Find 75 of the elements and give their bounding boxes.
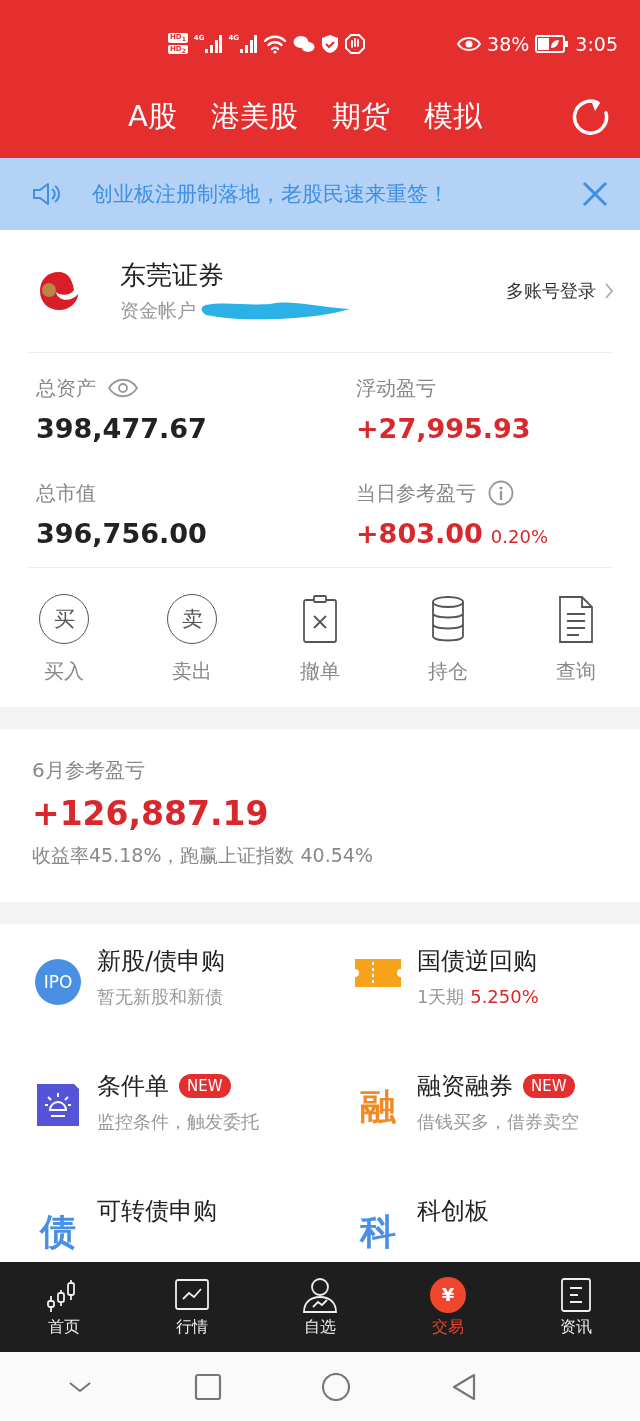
stat-value: 398,477.67 xyxy=(36,413,207,444)
shield-icon xyxy=(321,33,340,54)
action-button[interactable]: 撤单 xyxy=(256,594,384,685)
character-icon: 债 xyxy=(40,1209,76,1255)
speaker-icon xyxy=(32,181,60,207)
broker-name: 东莞证券 xyxy=(120,258,225,292)
service-item[interactable]: 科 科创板 xyxy=(320,1194,640,1262)
stat-label: 总资产 xyxy=(36,374,96,402)
yen-coin-icon: ¥ xyxy=(430,1276,466,1313)
wifi-icon xyxy=(263,33,288,54)
stat-value: 396,756.00 xyxy=(36,518,207,549)
person-chart-icon xyxy=(302,1276,338,1313)
market-tab[interactable]: 港美股 xyxy=(210,96,298,137)
clock-time: 3:05 xyxy=(575,32,618,55)
character-icon: 科 xyxy=(360,1209,396,1255)
eye-icon xyxy=(457,35,482,52)
chevron-right-icon xyxy=(604,282,614,300)
nav-tab[interactable]: 资讯 xyxy=(512,1262,640,1352)
hand-icon xyxy=(345,33,366,54)
character-icon: 融 xyxy=(360,1084,396,1130)
market-tab[interactable]: 期货 xyxy=(331,96,390,137)
service-item[interactable]: 债 可转债申购 xyxy=(0,1194,320,1262)
eye-icon[interactable] xyxy=(108,378,138,398)
close-icon[interactable] xyxy=(582,181,608,207)
action-button[interactable]: 持仓 xyxy=(384,594,512,685)
back-icon[interactable] xyxy=(450,1372,478,1401)
stat-label: 浮动盈亏 xyxy=(356,374,436,402)
signal-icon xyxy=(239,33,258,54)
circled-character-icon: 买 xyxy=(39,594,89,644)
chart-icon xyxy=(174,1276,210,1313)
monthly-title: 6月参考盈亏 xyxy=(32,757,146,784)
service-subtitle: 监控条件，触发委托 xyxy=(97,1110,259,1134)
battery-icon xyxy=(535,34,570,53)
nav-tab[interactable]: 首页 xyxy=(0,1262,128,1352)
stat-label: 总市值 xyxy=(36,479,96,507)
action-button[interactable]: 买 买入 xyxy=(0,594,128,685)
stat-value: +27,995.93 xyxy=(356,413,531,444)
stat-label: 当日参考盈亏 xyxy=(356,479,476,507)
monthly-profit: +126,887.19 xyxy=(32,794,270,833)
ipo-icon: IPO xyxy=(35,959,81,1005)
document-icon xyxy=(558,594,594,644)
service-subtitle: 暂无新股和新债 xyxy=(97,985,224,1009)
new-badge: NEW xyxy=(523,1074,575,1098)
service-item[interactable]: 融 融资融券 NEW 借钱买多，借券卖空 xyxy=(320,1069,640,1194)
service-item[interactable]: IPO 新股/债申购 暂无新股和新债 xyxy=(0,944,320,1069)
signal-icon xyxy=(204,33,223,54)
market-tab[interactable]: 模拟 xyxy=(423,96,482,137)
refresh-icon[interactable] xyxy=(572,97,610,136)
action-button[interactable]: 卖 卖出 xyxy=(128,594,256,685)
new-badge: NEW xyxy=(179,1074,231,1098)
circled-character-icon: 卖 xyxy=(167,594,217,644)
banner-text: 创业板注册制落地，老股民速来重签！ xyxy=(92,181,450,208)
home-icon[interactable] xyxy=(322,1372,350,1401)
chat-icon xyxy=(293,34,316,53)
database-icon xyxy=(430,594,466,644)
market-tab[interactable]: A股 xyxy=(128,96,177,137)
account-switch-link[interactable]: 多账号登录 xyxy=(506,279,614,303)
service-subtitle: 1天期 5.250% xyxy=(417,985,539,1009)
stat-percent: 0.20% xyxy=(490,526,548,547)
recent-apps-icon[interactable] xyxy=(194,1372,222,1401)
news-icon xyxy=(558,1276,594,1313)
account-label: 资金帐户 xyxy=(120,297,196,323)
stat-value: +803.00 xyxy=(356,518,483,549)
service-subtitle: 借钱买多，借券卖空 xyxy=(417,1110,579,1134)
battery-percent: 38% xyxy=(487,32,530,55)
action-button[interactable]: 查询 xyxy=(512,594,640,685)
nav-tab[interactable]: ¥ 交易 xyxy=(384,1262,512,1352)
service-item[interactable]: 国债逆回购 1天期 5.250% xyxy=(320,944,640,1069)
broker-logo xyxy=(38,270,80,312)
info-icon[interactable] xyxy=(488,480,514,506)
monthly-summary: 收益率45.18%，跑赢上证指数 40.54% xyxy=(32,843,374,868)
nav-tab[interactable]: 行情 xyxy=(128,1262,256,1352)
clipboard-x-icon xyxy=(302,594,338,644)
nav-tab[interactable]: 自选 xyxy=(256,1262,384,1352)
service-item[interactable]: 条件单 NEW 监控条件，触发委托 xyxy=(0,1069,320,1194)
